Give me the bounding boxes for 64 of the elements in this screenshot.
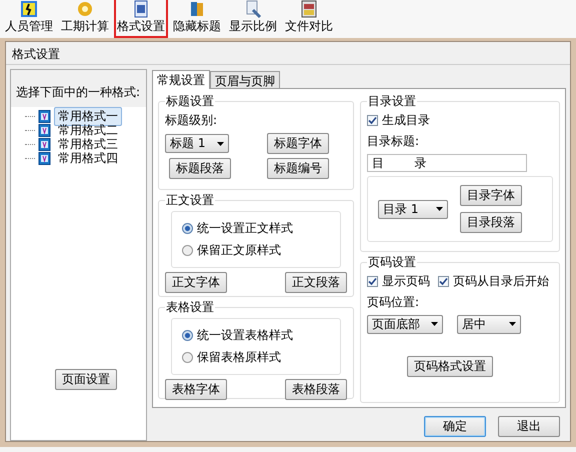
button[interactable]: 确定 [424,416,486,437]
caret-icon [431,322,438,326]
button[interactable]: 表格字体 [165,379,227,400]
radio-label[interactable]: 保留表格原样式 [197,349,281,366]
toolbar-icon [132,0,150,18]
tree-item[interactable]: 常用格式一 [54,106,122,126]
button[interactable]: 标题段落 [169,158,231,179]
button[interactable]: 正文字体 [165,272,227,293]
field-label: 目录标题: [367,133,420,150]
document-icon [38,110,51,122]
group-title: 正文设置 [165,192,215,209]
checkbox-label[interactable]: 显示页码 [382,272,430,290]
toolbar-icon [20,0,38,18]
button[interactable]: 正文段落 [285,272,347,293]
button[interactable]: 标题编号 [267,158,329,179]
group-title: 标题设置 [165,93,215,110]
radio-label[interactable]: 统一设置表格样式 [197,327,293,344]
button[interactable]: 目录段落 [460,212,522,233]
toolbar-icon [244,0,262,18]
dialog-title: 格式设置 [12,47,60,61]
toolbar-button[interactable]: 隐藏标题 [170,0,224,38]
tab[interactable]: 常规设置 [152,70,210,89]
toolbar-button[interactable]: 文件对比 [282,0,336,38]
field-label: 页码位置: [367,294,420,311]
checkbox[interactable] [367,115,378,126]
dropdown[interactable]: 标题 1 [165,134,229,153]
group-title: 页码设置 [367,254,417,271]
toolbar-button[interactable]: 人员管理 [2,0,56,38]
toolbar-button[interactable]: 显示比例 [226,0,280,38]
toolbar-icon [76,0,94,18]
button[interactable]: 页码格式设置 [407,356,493,377]
radio-label[interactable]: 保留正文原样式 [197,242,281,259]
radio-button[interactable] [182,352,193,363]
field-label: 标题级别: [165,112,218,129]
button[interactable]: 标题字体 [267,133,329,154]
dropdown[interactable]: 居中 [457,314,521,334]
button[interactable]: 表格段落 [285,379,347,400]
document-icon [38,138,51,150]
radio-label[interactable]: 统一设置正文样式 [197,220,293,237]
dropdown[interactable]: 目录 1 [378,200,448,218]
button[interactable]: 目录字体 [460,185,522,206]
caret-icon [436,207,443,211]
input-field[interactable]: 目 录 [367,154,527,172]
tab[interactable]: 页眉与页脚 [210,71,280,88]
checkbox-label[interactable]: 生成目录 [382,112,430,129]
document-icon [38,124,51,136]
checkbox[interactable] [438,276,449,287]
toolbar-button[interactable]: 工期计算 [58,0,112,38]
toolbar-icon [188,0,206,18]
caret-icon [217,142,224,146]
button[interactable]: 退出 [498,416,560,437]
radio-button[interactable] [182,245,193,256]
prompt-label: 选择下面中的一种格式: [16,85,140,99]
group-title: 表格设置 [165,299,215,316]
radio-button[interactable] [182,330,193,341]
toolbar-icon [300,0,318,18]
dropdown[interactable]: 页面底部 [367,314,443,334]
document-icon [38,152,51,164]
radio-button[interactable] [182,223,193,234]
group-title: 目录设置 [367,93,417,110]
caret-icon [509,322,516,326]
checkbox[interactable] [367,276,378,287]
checkbox-label[interactable]: 页码从目录后开始 [453,272,549,290]
button[interactable]: 页面设置 [55,369,117,390]
